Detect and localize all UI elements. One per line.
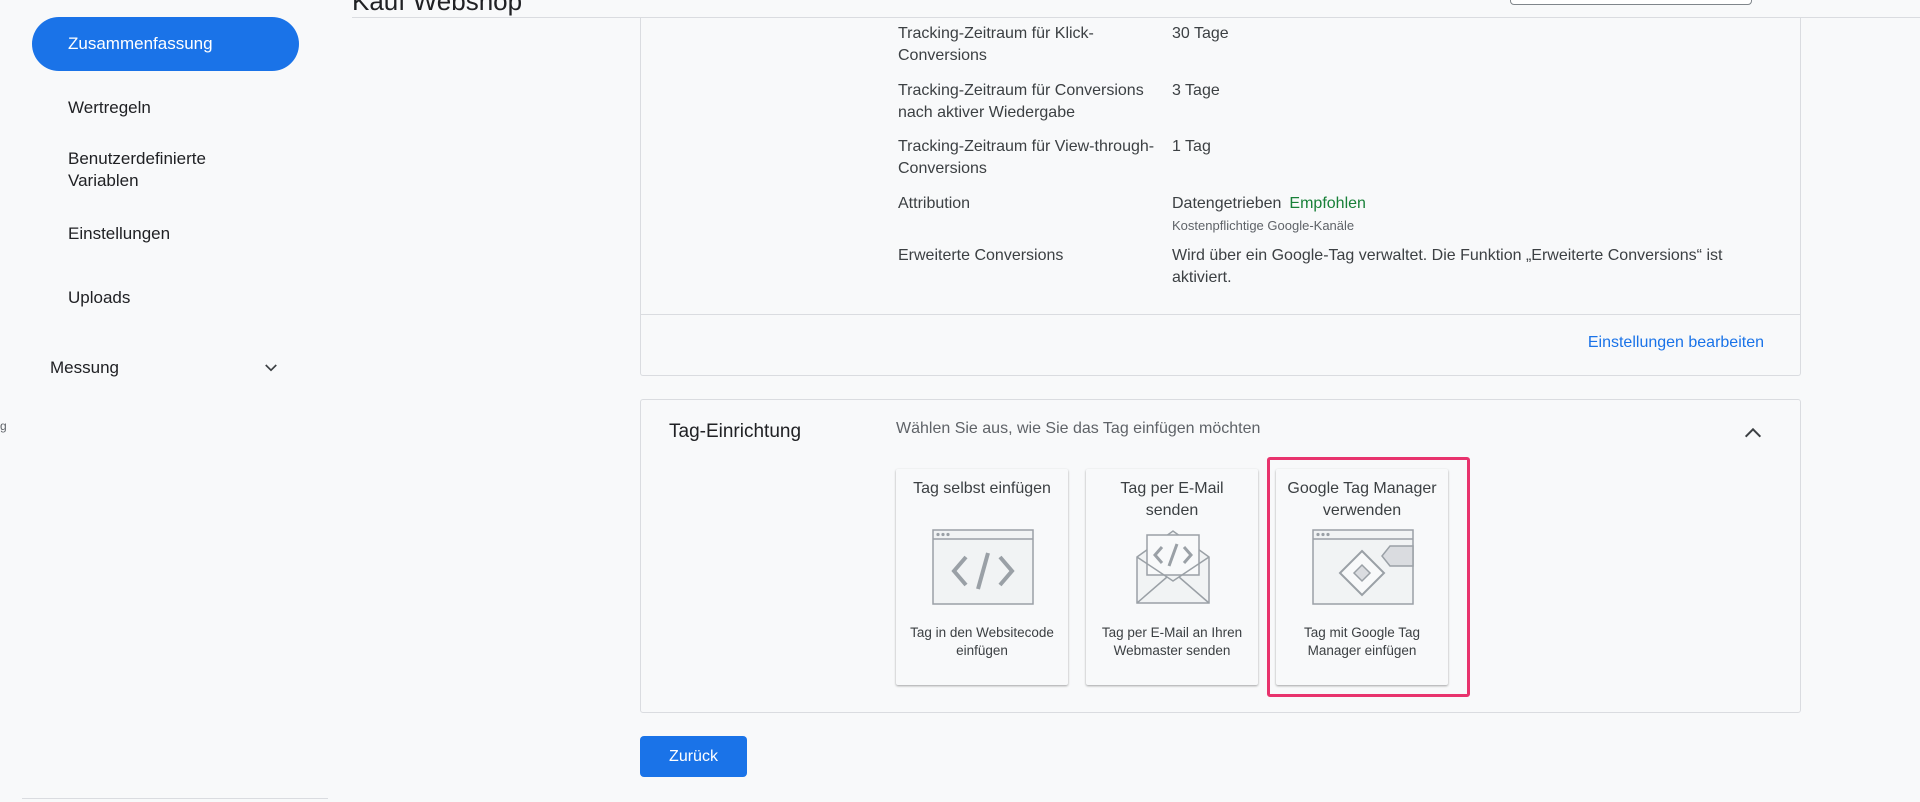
recommended-badge: Empfohlen [1289, 195, 1366, 212]
top-bar: Kauf Webshop [352, 0, 1920, 18]
chevron-down-icon [265, 364, 277, 372]
setting-value: Wird über ein Google-Tag verwaltet. Die … [1172, 247, 1723, 286]
divider [641, 314, 1800, 315]
sidebar-item-benutzerdefinierte-variablen[interactable]: Benutzerdefinierte Variablen [68, 148, 238, 192]
back-button[interactable]: Zurück [640, 736, 747, 777]
option-title: Tag per E-Mail senden [1120, 480, 1224, 519]
setting-label: Tracking-Zeitraum für View-through-Conve… [898, 138, 1155, 177]
tag-setup-subtitle: Wählen Sie aus, wie Sie das Tag einfügen… [896, 420, 1261, 437]
sidebar-item-einstellungen[interactable]: Einstellungen [68, 223, 268, 245]
setting-value: 3 Tage [1172, 82, 1220, 99]
sidebar-divider [22, 798, 328, 799]
tag-setup-title: Tag-Einrichtung [669, 421, 802, 442]
setting-value: 1 Tag [1172, 138, 1211, 155]
setting-label: Attribution [898, 195, 971, 212]
email-code-icon [1136, 530, 1210, 604]
sidebar: Zusammenfassung Wertregeln Benutzerdefin… [0, 0, 330, 802]
option-title: Tag selbst einfügen [913, 480, 1051, 497]
sidebar-item-zusammenfassung[interactable]: Zusammenfassung [32, 17, 299, 71]
tag-setup-panel: Tag-Einrichtung Wählen Sie aus, wie Sie … [640, 399, 1801, 713]
conversion-settings-panel: Tracking-Zeitraum für Klick-Conversions … [640, 18, 1801, 376]
sidebar-group-label: Messung [50, 358, 119, 377]
sidebar-cut-text: g [0, 419, 7, 433]
code-window-icon [932, 529, 1034, 605]
option-description: Tag per E-Mail an Ihren Webmaster senden [1101, 625, 1243, 658]
attribution-value: Datengetrieben Empfohlen Kostenpflichtige… [1172, 193, 1366, 237]
sidebar-item-wertregeln[interactable]: Wertregeln [68, 97, 268, 119]
setting-value: 30 Tage [1172, 25, 1229, 42]
edit-settings-link[interactable]: Einstellungen bearbeiten [1588, 334, 1764, 352]
sidebar-item-uploads[interactable]: Uploads [68, 287, 268, 309]
option-install-manually[interactable]: Tag selbst einfügen Tag in den Websiteco… [896, 469, 1068, 685]
setting-label: Tracking-Zeitraum für Conversions nach a… [898, 82, 1144, 121]
sidebar-group-messung[interactable]: Messung [50, 358, 280, 378]
chevron-up-icon[interactable] [1742, 422, 1764, 444]
option-email-tag[interactable]: Tag per E-Mail senden Tag per E-Mail an … [1086, 469, 1258, 685]
search-input[interactable] [1510, 0, 1752, 5]
page-title: Kauf Webshop [352, 0, 523, 16]
attribution-note: Kostenpflichtige Google-Kanäle [1172, 218, 1355, 233]
setting-value: Datengetrieben [1172, 195, 1282, 212]
setting-label: Tracking-Zeitraum für Klick-Conversions [898, 25, 1094, 64]
highlight-frame [1267, 457, 1470, 697]
option-description: Tag in den Websitecode einfügen [910, 625, 1054, 658]
setting-label: Erweiterte Conversions [898, 247, 1064, 264]
